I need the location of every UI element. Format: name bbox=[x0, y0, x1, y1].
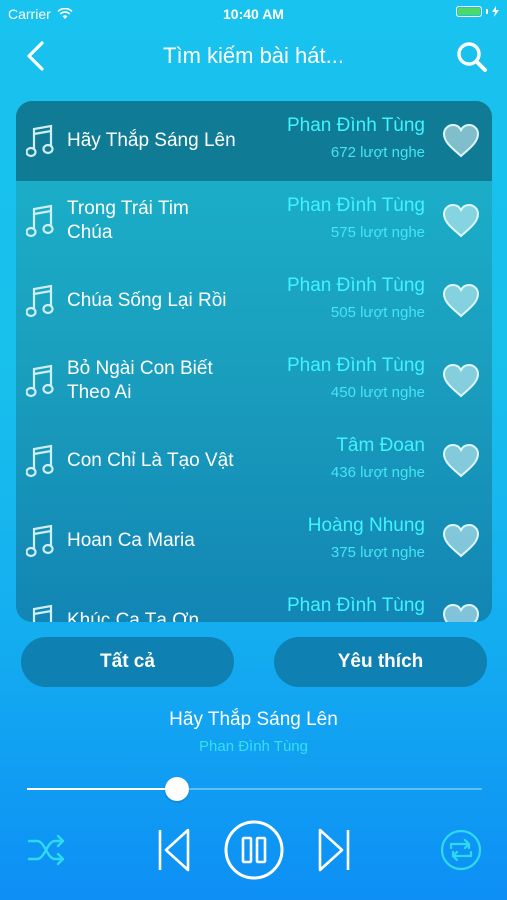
all-songs-button[interactable]: Tất cả bbox=[21, 637, 234, 687]
page-title[interactable]: Tìm kiếm bài hát... bbox=[0, 43, 507, 69]
song-title: Hãy Thắp Sáng Lên bbox=[67, 130, 236, 151]
song-row[interactable]: Khúc Ca Tạ Ơn Phan Đình Tùng bbox=[16, 581, 492, 622]
music-note-icon bbox=[26, 603, 54, 622]
song-artist: Tâm Đoan bbox=[336, 435, 425, 456]
status-time: 10:40 AM bbox=[223, 6, 284, 22]
song-row[interactable]: Chúa Sống Lại Rồi Phan Đình Tùng 505 lượt … bbox=[16, 261, 492, 341]
song-list: Hãy Thắp Sáng Lên Phan Đình Tùng 672 lượt … bbox=[16, 101, 492, 622]
heart-icon[interactable] bbox=[442, 603, 480, 622]
song-row[interactable]: Con Chỉ Là Tạo Vật Tâm Đoan 436 lượt nghe bbox=[16, 421, 492, 501]
play-count: 672 lượt nghe bbox=[330, 144, 425, 161]
nav-bar: Tìm kiếm bài hát... bbox=[0, 30, 507, 82]
play-count: 575 lượt nghe bbox=[330, 224, 425, 241]
favorites-button[interactable]: Yêu thích bbox=[274, 637, 487, 687]
music-note-icon bbox=[25, 523, 54, 559]
heart-icon[interactable] bbox=[442, 123, 480, 159]
song-artist: Phan Đình Tùng bbox=[286, 595, 425, 616]
progress-thumb[interactable] bbox=[165, 777, 190, 801]
song-artist: Phan Đình Tùng bbox=[286, 275, 425, 296]
song-row[interactable]: Hãy Thắp Sáng Lên Phan Đình Tùng 672 lượt … bbox=[16, 101, 492, 181]
shuffle-icon[interactable] bbox=[27, 832, 67, 868]
song-artist: Hoàng Nhung bbox=[307, 515, 425, 536]
status-bar: Carrier 10:40 AM bbox=[0, 0, 507, 28]
play-count: 505 lượt nghe bbox=[330, 304, 425, 321]
play-count: 375 lượt nghe bbox=[330, 544, 425, 561]
now-playing-artist: Phan Đình Tùng bbox=[199, 738, 308, 755]
song-artist: Phan Đình Tùng bbox=[286, 355, 425, 376]
progress-fill bbox=[27, 788, 178, 790]
song-row[interactable]: Bỏ Ngài Con Biết Theo Ai Phan Đình Tùng 45… bbox=[16, 341, 492, 421]
song-title: Khúc Ca Tạ Ơn bbox=[67, 610, 200, 622]
song-title: Hoan Ca Maria bbox=[67, 530, 195, 551]
battery-icon bbox=[456, 6, 499, 17]
heart-icon[interactable] bbox=[442, 283, 480, 319]
song-artist: Phan Đình Tùng bbox=[286, 195, 425, 216]
music-note-icon bbox=[25, 363, 54, 399]
music-note-icon bbox=[25, 123, 54, 159]
music-note-icon bbox=[25, 203, 54, 239]
play-count: 450 lượt nghe bbox=[330, 384, 425, 401]
song-artist: Phan Đình Tùng bbox=[286, 115, 425, 136]
repeat-icon[interactable] bbox=[440, 829, 482, 871]
song-title: Con Chỉ Là Tạo Vật bbox=[67, 450, 234, 471]
now-playing-title: Hãy Thắp Sáng Lên bbox=[169, 709, 338, 730]
heart-icon[interactable] bbox=[442, 443, 480, 479]
heart-icon[interactable] bbox=[442, 203, 480, 239]
song-title: Chúa Sống Lại Rồi bbox=[67, 290, 227, 311]
music-note-icon bbox=[25, 443, 54, 479]
heart-icon[interactable] bbox=[442, 523, 480, 559]
previous-track-icon[interactable] bbox=[156, 827, 192, 873]
song-title: Trong Trái Tim Chúa bbox=[67, 198, 189, 243]
search-icon[interactable] bbox=[455, 40, 489, 74]
pause-icon[interactable] bbox=[223, 819, 285, 881]
next-track-icon[interactable] bbox=[316, 827, 352, 873]
heart-icon[interactable] bbox=[442, 363, 480, 399]
music-note-icon bbox=[25, 283, 54, 319]
song-title: Bỏ Ngài Con Biết Theo Ai bbox=[67, 358, 213, 403]
progress-slider[interactable] bbox=[27, 777, 482, 801]
song-row[interactable]: Hoan Ca Maria Hoàng Nhung 375 lượt nghe bbox=[16, 501, 492, 581]
song-row[interactable]: Trong Trái Tim Chúa Phan Đình Tùng 575 lượ… bbox=[16, 181, 492, 261]
play-count: 436 lượt nghe bbox=[330, 464, 425, 481]
